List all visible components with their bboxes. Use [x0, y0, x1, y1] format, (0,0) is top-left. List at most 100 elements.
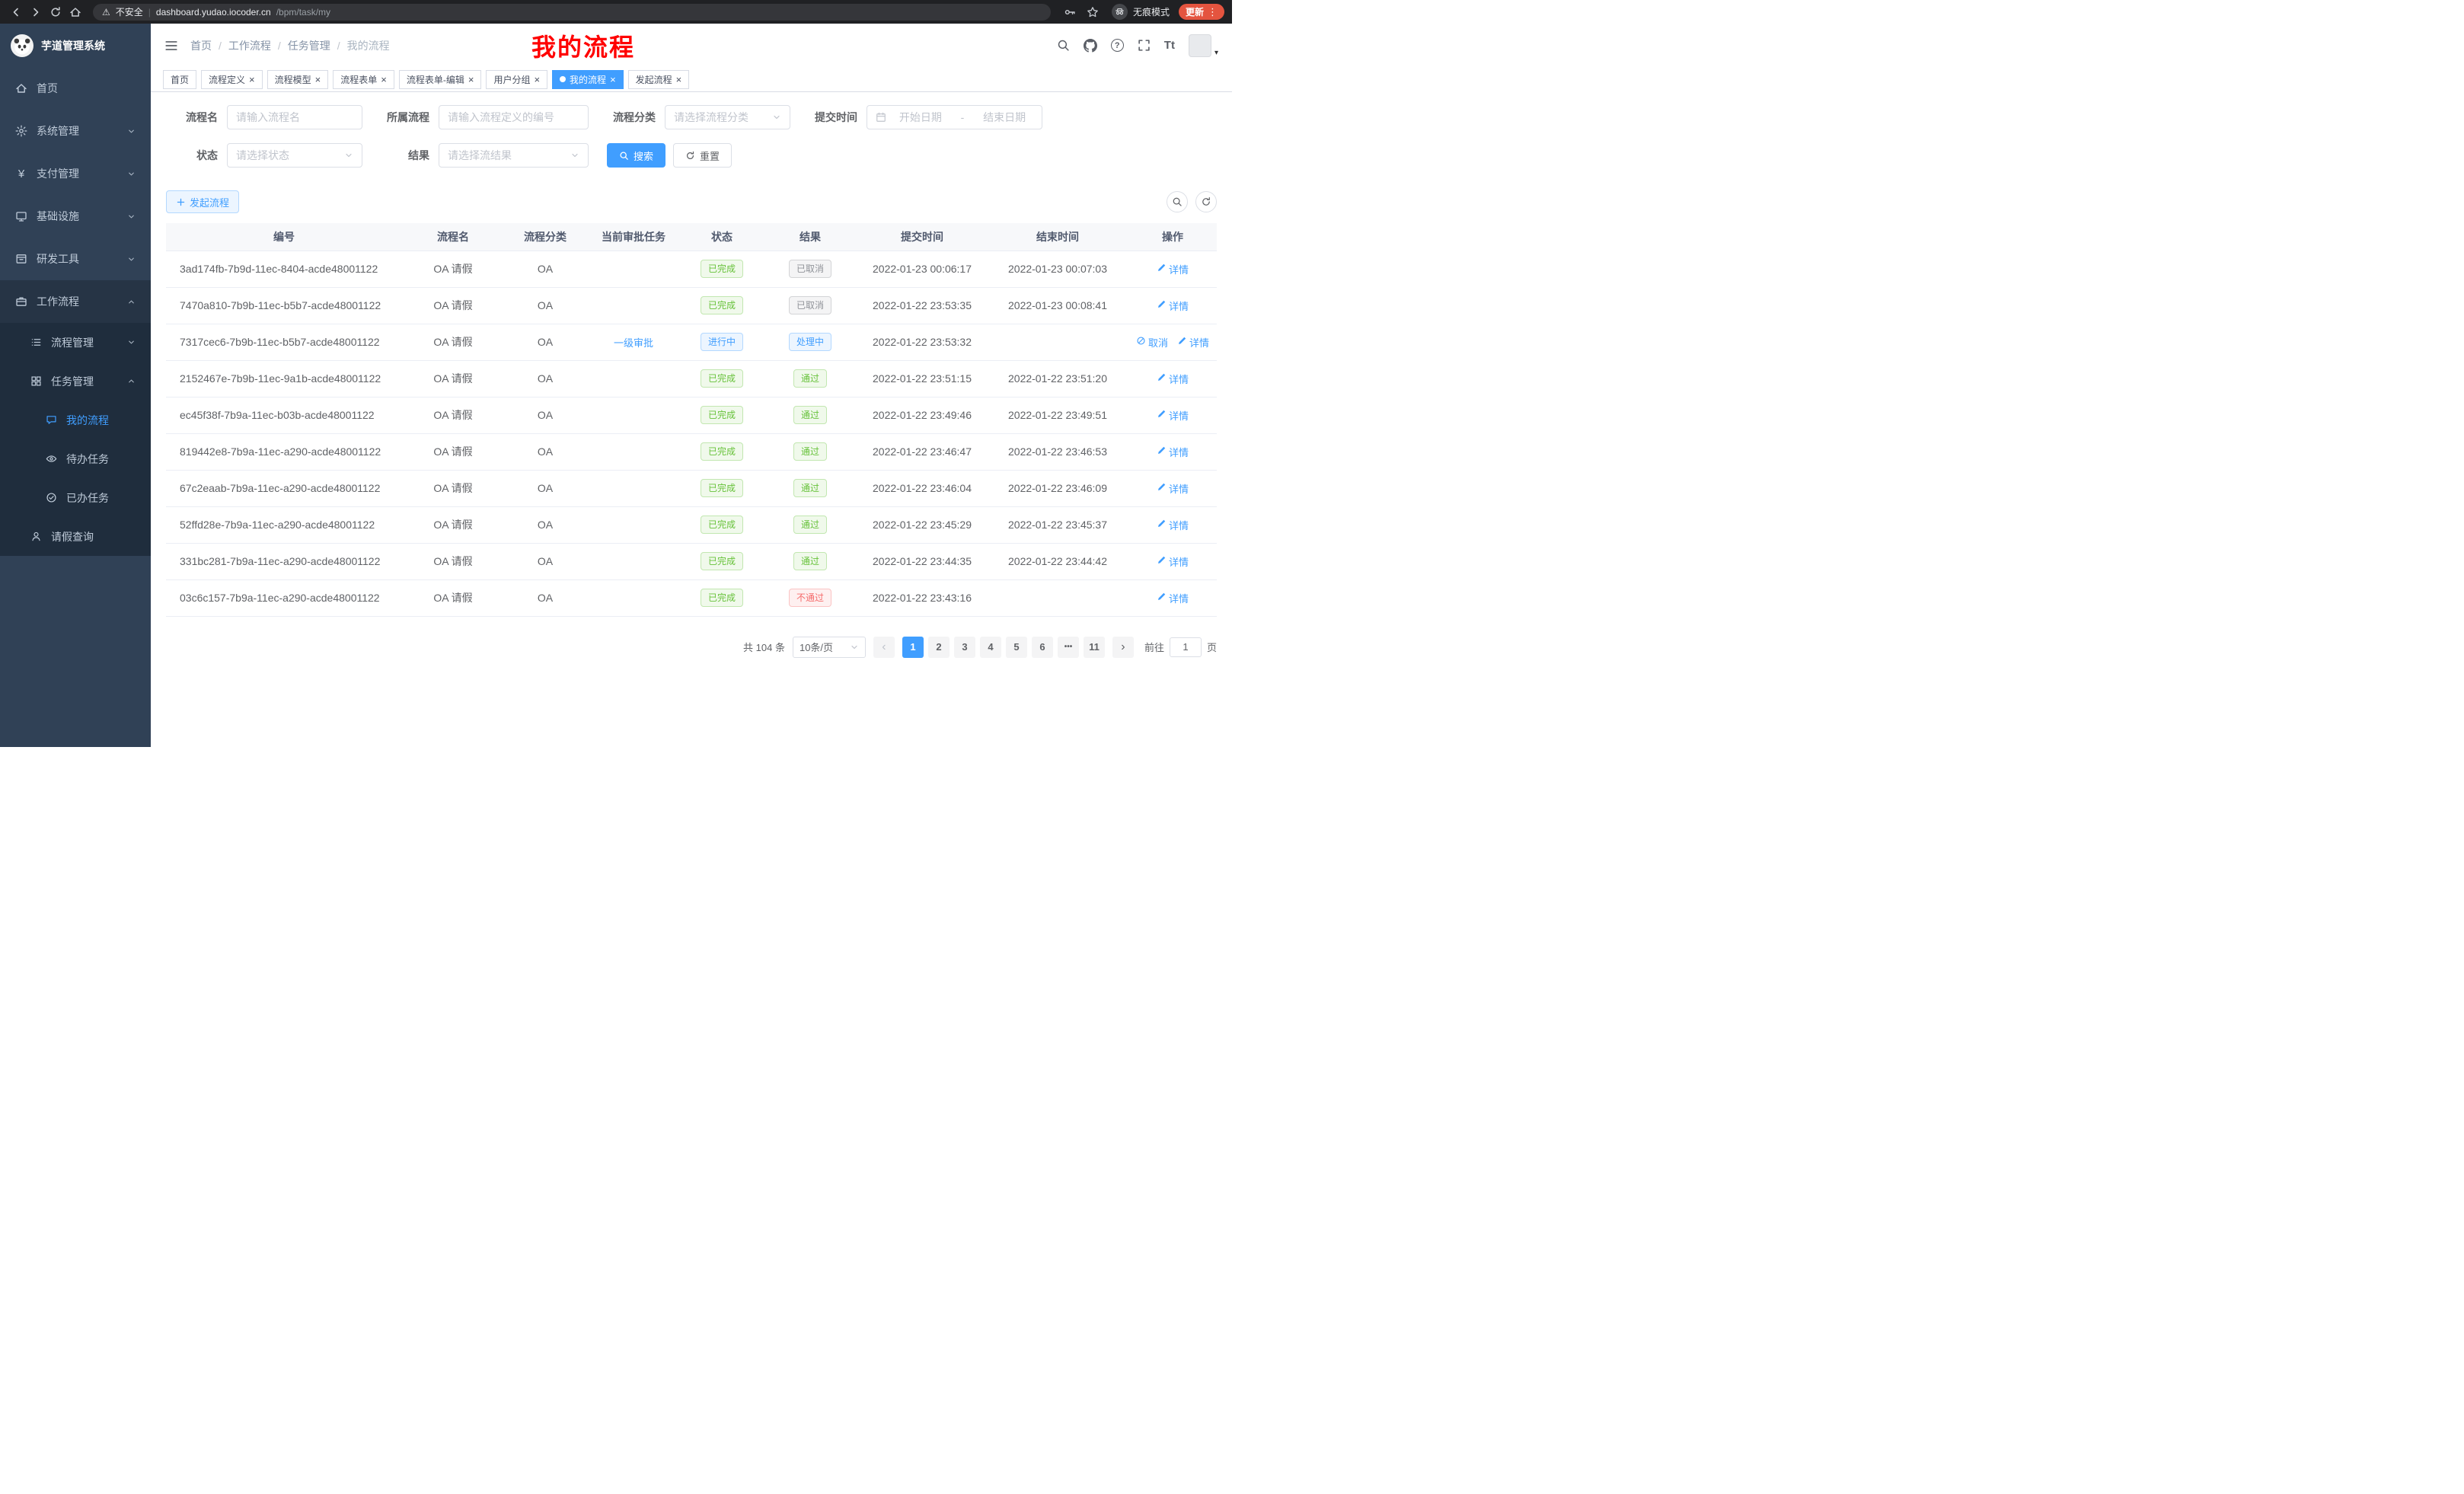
sidebar-item-devtools[interactable]: 研发工具 — [0, 238, 151, 280]
user-menu[interactable]: ▾ — [1189, 34, 1218, 57]
page-size-select[interactable]: 10条/页 — [793, 637, 866, 658]
page-button-3[interactable]: 3 — [954, 637, 975, 658]
refresh-table-button[interactable] — [1195, 191, 1217, 212]
sidebar-item-payment[interactable]: ¥ 支付管理 — [0, 152, 151, 195]
page-button-4[interactable]: 4 — [980, 637, 1001, 658]
table-row: 7470a810-7b9b-11ec-b5b7-acde48001122OA 请… — [166, 287, 1217, 324]
security-label[interactable]: 不安全 — [116, 5, 143, 18]
end-date-placeholder[interactable]: 结束日期 — [975, 110, 1033, 125]
detail-button[interactable]: 详情 — [1157, 554, 1189, 569]
tab-close-icon[interactable]: × — [534, 75, 540, 85]
sidebar-item-home[interactable]: 首页 — [0, 67, 151, 110]
app-title: 芋道管理系统 — [41, 38, 105, 53]
start-date-placeholder[interactable]: 开始日期 — [892, 110, 950, 125]
browser-home-icon[interactable] — [67, 4, 84, 21]
next-page-button[interactable]: › — [1112, 637, 1134, 658]
search-toggle-button[interactable] — [1167, 191, 1188, 212]
page-button-1[interactable]: 1 — [902, 637, 924, 658]
search-button[interactable]: 搜索 — [607, 143, 665, 168]
breadcrumb-task-management[interactable]: 任务管理 — [288, 38, 347, 53]
detail-label: 详情 — [1169, 372, 1189, 386]
process-definition-input[interactable] — [439, 105, 589, 129]
bookmark-star-icon[interactable] — [1087, 6, 1099, 18]
tab-6[interactable]: 我的流程× — [552, 70, 624, 89]
password-key-icon[interactable] — [1064, 6, 1076, 18]
detail-button[interactable]: 详情 — [1157, 408, 1189, 423]
cell-end-time: 2022-01-22 23:46:53 — [987, 433, 1128, 470]
detail-button[interactable]: 详情 — [1157, 262, 1189, 276]
status-select[interactable]: 请选择状态 — [227, 143, 362, 168]
help-icon[interactable]: ? — [1111, 39, 1124, 52]
tab-5[interactable]: 用户分组× — [486, 70, 547, 89]
sidebar-item-done-tasks[interactable]: 已办任务 — [0, 478, 151, 517]
page-button-6[interactable]: 6 — [1032, 637, 1053, 658]
goto-page-input[interactable] — [1170, 637, 1202, 657]
tab-3[interactable]: 流程表单 × — [333, 70, 394, 89]
process-name-input[interactable] — [227, 105, 362, 129]
tab-close-icon[interactable]: × — [468, 75, 474, 85]
tab-0[interactable]: 首页 — [163, 70, 196, 89]
sidebar-item-system[interactable]: 系统管理 — [0, 110, 151, 152]
tab-7[interactable]: 发起流程× — [628, 70, 690, 89]
tab-2[interactable]: 流程模型× — [267, 70, 329, 89]
breadcrumb-workflow[interactable]: 工作流程 — [228, 38, 288, 53]
create-process-button[interactable]: 发起流程 — [166, 190, 239, 213]
pencil-icon — [1157, 372, 1167, 385]
search-icon[interactable] — [1057, 39, 1070, 52]
category-select[interactable]: 请选择流程分类 — [665, 105, 790, 129]
sidebar-item-my-process[interactable]: 我的流程 — [0, 401, 151, 439]
tab-close-icon[interactable]: × — [676, 75, 682, 85]
detail-button[interactable]: 详情 — [1157, 518, 1189, 532]
detail-label: 详情 — [1169, 408, 1189, 423]
prev-page-button[interactable]: ‹ — [873, 637, 895, 658]
detail-button[interactable]: 详情 — [1157, 481, 1189, 496]
browser-forward-icon[interactable] — [27, 4, 44, 21]
tab-close-icon[interactable]: × — [315, 75, 321, 85]
page-button-11[interactable]: 11 — [1084, 637, 1105, 658]
browser-menu-icon[interactable]: ⋮ — [1208, 6, 1218, 18]
reset-button[interactable]: 重置 — [673, 143, 732, 168]
process-name-label: 流程名 — [177, 110, 218, 125]
cell-current-task — [586, 543, 681, 579]
page-button-2[interactable]: 2 — [928, 637, 950, 658]
current-task-link[interactable]: 一级审批 — [614, 335, 653, 350]
pagination-pages: 123456•••11 — [902, 637, 1105, 658]
cell-current-task — [586, 287, 681, 324]
address-bar[interactable]: ⚠ 不安全 | dashboard.yudao.iocoder.cn/bpm/t… — [93, 4, 1051, 21]
tab-4[interactable]: 流程表单-编辑× — [399, 70, 482, 89]
tab-label: 流程表单 — [340, 73, 377, 86]
browser-update-button[interactable]: 更新 ⋮ — [1179, 4, 1224, 20]
avatar[interactable] — [1189, 34, 1211, 57]
detail-button[interactable]: 详情 — [1177, 335, 1209, 350]
cancel-button[interactable]: 取消 — [1136, 335, 1168, 350]
result-select[interactable]: 请选择流结果 — [439, 143, 589, 168]
date-range-picker[interactable]: 开始日期 - 结束日期 — [867, 105, 1042, 129]
cell-submit-time: 2022-01-22 23:51:15 — [857, 360, 987, 397]
browser-back-icon[interactable] — [8, 4, 24, 21]
github-icon[interactable] — [1084, 39, 1097, 53]
tab-1[interactable]: 流程定义× — [201, 70, 263, 89]
logo[interactable]: 芋道管理系统 — [0, 24, 151, 67]
sidebar-item-process-management[interactable]: 流程管理 — [0, 323, 151, 362]
detail-label: 详情 — [1169, 481, 1189, 496]
column-header-status: 状态 — [681, 223, 763, 251]
fullscreen-icon[interactable] — [1138, 39, 1151, 52]
detail-button[interactable]: 详情 — [1157, 372, 1189, 386]
page-button-5[interactable]: 5 — [1006, 637, 1027, 658]
page-more-button[interactable]: ••• — [1058, 637, 1079, 658]
detail-button[interactable]: 详情 — [1157, 298, 1189, 313]
sidebar-item-leave-query[interactable]: 请假查询 — [0, 517, 151, 556]
browser-reload-icon[interactable] — [47, 4, 64, 21]
tab-close-icon[interactable]: × — [381, 75, 387, 85]
tab-close-icon[interactable]: × — [610, 75, 616, 85]
font-size-icon[interactable]: Tt — [1164, 39, 1175, 52]
hamburger-icon[interactable] — [164, 39, 178, 53]
sidebar-item-todo-tasks[interactable]: 待办任务 — [0, 439, 151, 478]
sidebar-item-workflow[interactable]: 工作流程 — [0, 280, 151, 323]
sidebar-item-infrastructure[interactable]: 基础设施 — [0, 195, 151, 238]
detail-button[interactable]: 详情 — [1157, 445, 1189, 459]
breadcrumb-home[interactable]: 首页 — [190, 38, 228, 53]
detail-button[interactable]: 详情 — [1157, 591, 1189, 605]
tab-close-icon[interactable]: × — [249, 75, 255, 85]
sidebar-item-task-management[interactable]: 任务管理 — [0, 362, 151, 401]
